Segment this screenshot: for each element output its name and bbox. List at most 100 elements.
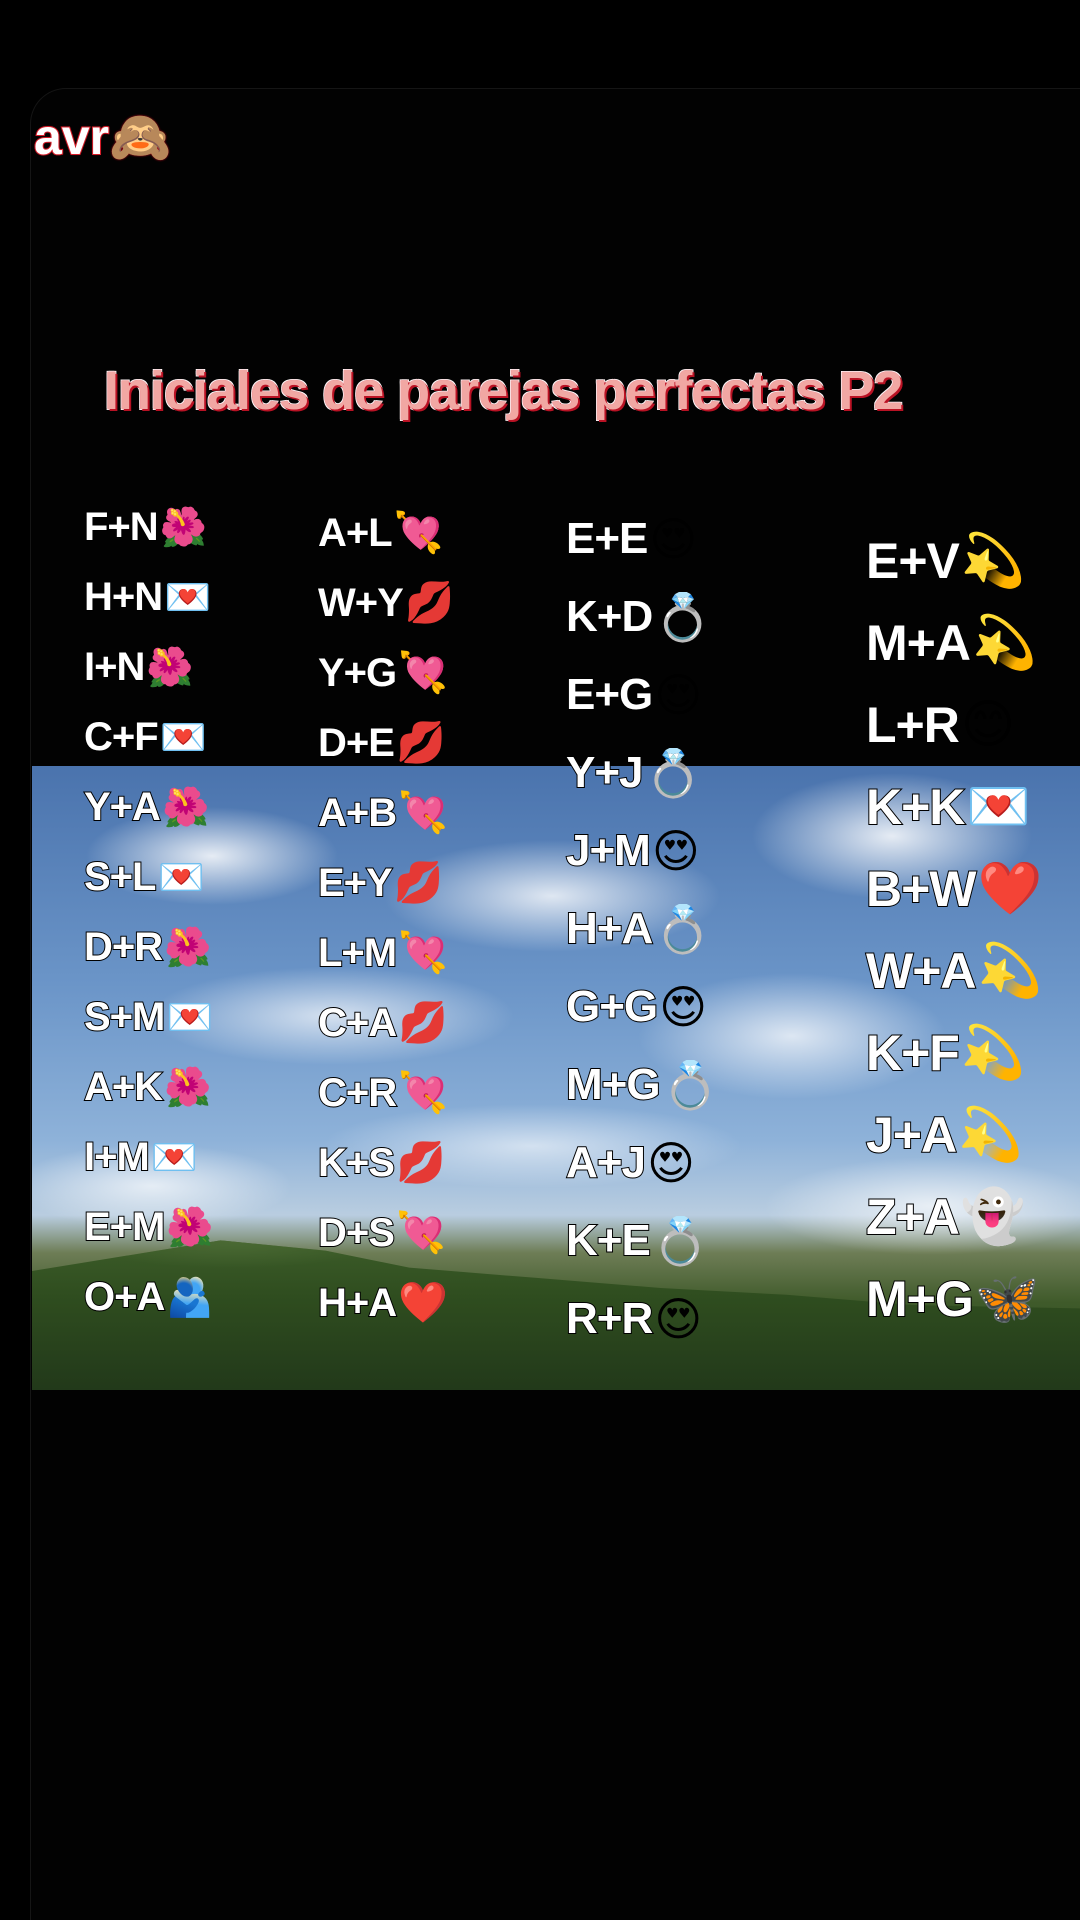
initials-text: A+B [317, 790, 398, 836]
emoji-icon: 😍 [654, 1292, 703, 1346]
emoji-icon: 💘 [398, 1070, 448, 1116]
initials-pair: C+R 💘 [317, 1058, 455, 1128]
emoji-icon: 💫 [971, 613, 1037, 673]
initials-pair: E+V 💫 [865, 520, 1042, 602]
emoji-icon: ❤️ [398, 1280, 448, 1326]
initials-pair: Y+A 🌺 [83, 772, 214, 842]
emoji-icon: 😊 [960, 695, 1016, 755]
initials-text: K+F [865, 1024, 961, 1082]
initials-pair: L+R 😊 [865, 684, 1042, 766]
initials-text: M+A [865, 614, 972, 672]
emoji-icon: 💌 [966, 777, 1032, 837]
emoji-icon: 💘 [398, 790, 448, 836]
initials-pair: D+S 💘 [317, 1198, 455, 1268]
emoji-icon: 💫 [960, 1023, 1026, 1083]
initials-pair: S+M 💌 [83, 982, 214, 1052]
emoji-icon: 💌 [166, 995, 214, 1039]
initials-text: M+G [565, 1059, 662, 1110]
emoji-icon: 💋 [395, 1140, 446, 1186]
initials-text: H+A [565, 903, 654, 954]
emoji-icon: 🌺 [146, 645, 194, 689]
emoji-icon: 👻 [960, 1187, 1026, 1247]
initials-pair: W+Y 💋 [317, 568, 455, 638]
initials-pair: W+A 💫 [865, 930, 1043, 1012]
emoji-icon: 🌺 [161, 785, 210, 829]
initials-text: Y+J [565, 747, 644, 798]
emoji-icon: 🦋 [974, 1269, 1040, 1329]
initials-text: Y+G [317, 650, 398, 696]
initials-pair: H+N 💌 [83, 562, 214, 632]
initials-text: E+M [83, 1204, 166, 1250]
initials-pair: C+F 💌 [83, 702, 214, 772]
initials-text: J+M [565, 825, 652, 876]
initials-pair: J+A 💫 [865, 1094, 1042, 1176]
initials-text: D+R [83, 924, 164, 970]
emoji-icon: 💌 [150, 1135, 199, 1179]
initials-text: K+K [865, 778, 966, 836]
initials-text: I+N [83, 644, 146, 690]
initials-text: H+N [83, 574, 164, 620]
initials-column-3: E+E 😍 K+D 💍 E+G 😍 Y+J 💍 J+M 😍 H+A 💍 G+G 😍 M+G 💍 A+J 😍 K+E 💍… [565, 500, 719, 1358]
initials-text: L+M [317, 930, 398, 976]
initials-pair: M+G 🦋 [865, 1258, 1042, 1340]
initials-text: C+A [317, 1000, 398, 1046]
initials-text: I+M [83, 1134, 151, 1180]
initials-text: E+Y [317, 860, 394, 906]
initials-text: W+A [865, 942, 977, 1000]
initials-pair: B+W ❤️ [865, 848, 1043, 930]
initials-text: O+A [83, 1274, 166, 1320]
emoji-icon: 💍 [644, 746, 702, 800]
initials-text: L+R [865, 696, 961, 754]
initials-pair: K+K 💌 [865, 766, 1042, 848]
initials-text: E+V [865, 532, 961, 590]
initials-text: K+E [565, 1215, 652, 1266]
initials-text: E+E [565, 513, 649, 564]
initials-pair: S+L 💌 [83, 842, 214, 912]
emoji-icon: 🌺 [159, 505, 208, 549]
initials-text: J+A [865, 1106, 958, 1164]
emoji-icon: 💋 [398, 1000, 448, 1046]
initials-pair: A+K 🌺 [83, 1052, 214, 1122]
emoji-icon: 💘 [393, 510, 444, 556]
emoji-icon: 💫 [960, 531, 1026, 591]
initials-pair: R+R 😍 [565, 1280, 719, 1358]
emoji-icon: 🫂 [166, 1275, 214, 1319]
emoji-icon: 💌 [157, 855, 205, 899]
initials-text: B+W [865, 860, 977, 918]
emoji-icon: 💍 [651, 1214, 710, 1268]
initials-pair: K+F 💫 [865, 1012, 1042, 1094]
initials-text: C+R [317, 1070, 398, 1116]
emoji-icon: 💍 [654, 590, 712, 644]
initials-grid: F+N 🌺 H+N 💌 I+N 🌺 C+F 💌 Y+A 🌺 S+L 💌 D+R 🌺 S+M 💌 A+K 🌺 I+M 💌… [0, 0, 1080, 1920]
initials-text: A+K [83, 1064, 164, 1110]
initials-text: E+G [565, 669, 654, 720]
initials-column-2: A+L 💘 W+Y 💋 Y+G 💘 D+E 💋 A+B 💘 E+Y 💋 L+M 💘 C+A 💋 C+R 💘 K+S 💋… [317, 498, 455, 1338]
initials-column-1: F+N 🌺 H+N 💌 I+N 🌺 C+F 💌 Y+A 🌺 S+L 💌 D+R 🌺 S+M 💌 A+K 🌺 I+M 💌… [83, 492, 214, 1332]
initials-pair: I+M 💌 [83, 1122, 214, 1192]
emoji-icon: 😍 [651, 824, 700, 878]
initials-pair: D+E 💋 [317, 708, 455, 778]
initials-pair: K+E 💍 [565, 1202, 719, 1280]
emoji-icon: 😍 [649, 512, 698, 566]
initials-text: M+G [865, 1270, 975, 1328]
emoji-icon: 🌺 [164, 925, 212, 969]
initials-text: S+L [83, 854, 158, 900]
initials-text: C+F [83, 714, 160, 760]
initials-pair: Y+J 💍 [565, 734, 719, 812]
initials-text: S+M [83, 994, 166, 1040]
emoji-icon: ❤️ [977, 859, 1043, 919]
initials-text: G+G [565, 981, 659, 1032]
initials-pair: G+G 😍 [565, 968, 719, 1046]
initials-pair: I+N 🌺 [83, 632, 214, 702]
initials-pair: E+E 😍 [565, 500, 719, 578]
initials-pair: H+A 💍 [565, 890, 719, 968]
emoji-icon: 😍 [659, 980, 708, 1034]
screen: avr🙈 Iniciales de parejas perfectas P2 F… [0, 0, 1080, 1920]
emoji-icon: 😍 [654, 668, 703, 722]
initials-pair: K+D 💍 [565, 578, 719, 656]
initials-pair: C+A 💋 [317, 988, 455, 1058]
emoji-icon: 💫 [977, 941, 1043, 1001]
initials-text: K+D [565, 591, 654, 642]
initials-text: A+L [317, 510, 394, 556]
initials-pair: H+A ❤️ [317, 1268, 455, 1338]
